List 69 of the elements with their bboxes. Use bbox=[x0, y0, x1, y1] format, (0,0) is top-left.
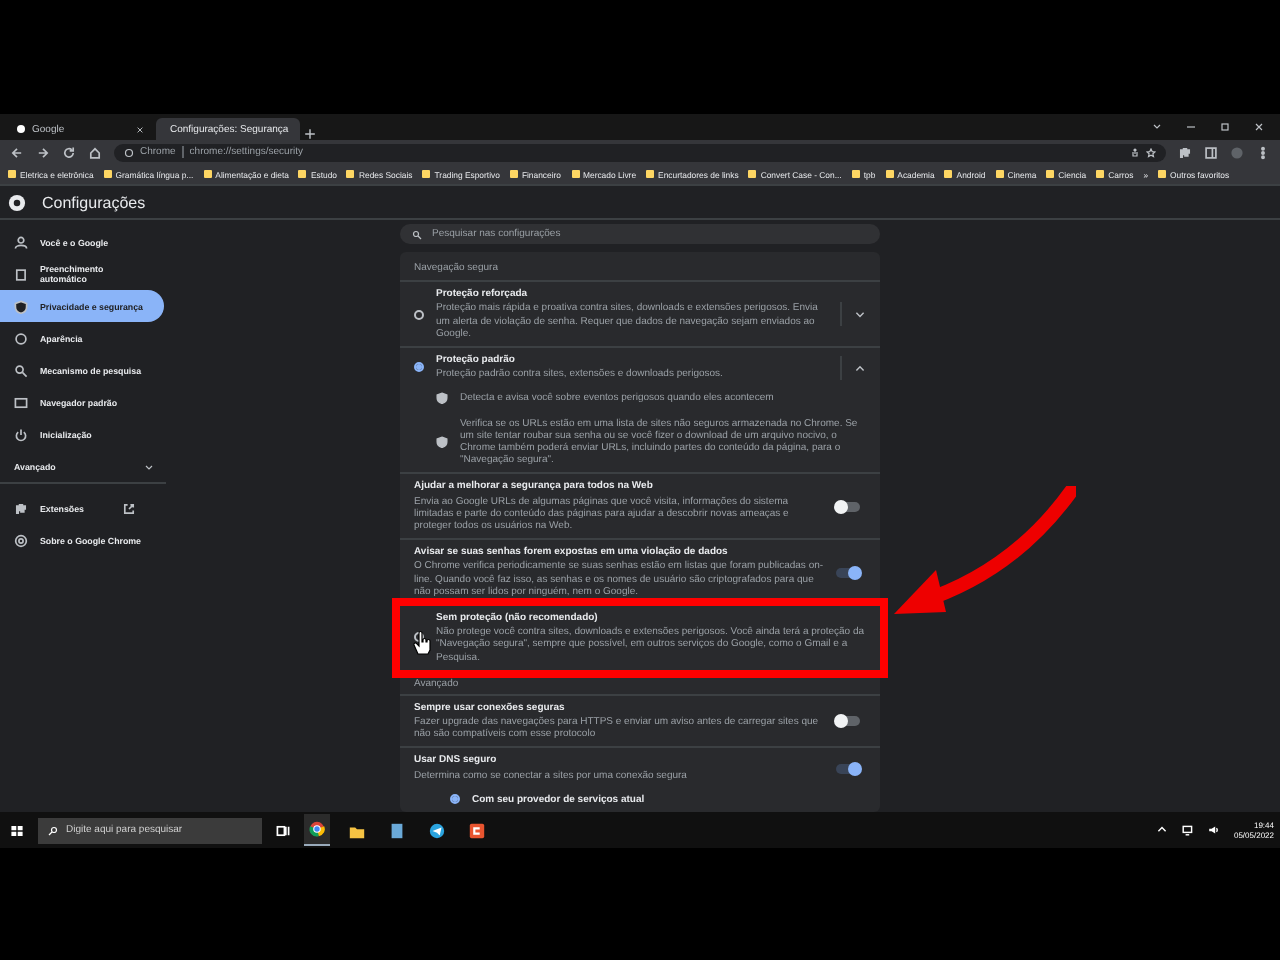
folder-icon bbox=[8, 170, 16, 178]
reload-icon[interactable] bbox=[62, 145, 76, 159]
chevron-down-icon[interactable] bbox=[854, 308, 866, 321]
close-icon[interactable] bbox=[136, 125, 144, 133]
radio-button[interactable] bbox=[414, 362, 424, 373]
app-icon bbox=[468, 821, 486, 839]
folder-icon bbox=[748, 170, 757, 178]
page-title: Configurações bbox=[42, 193, 146, 211]
star-icon[interactable] bbox=[1146, 147, 1156, 157]
toggle-switch[interactable] bbox=[836, 716, 860, 727]
folder-icon bbox=[1158, 170, 1167, 178]
paper-plane-icon bbox=[428, 821, 446, 839]
search-icon bbox=[14, 363, 28, 377]
folder-icon bbox=[885, 170, 894, 178]
power-icon bbox=[14, 427, 28, 441]
folder-icon bbox=[646, 170, 655, 178]
menu-icon[interactable] bbox=[1256, 145, 1270, 159]
back-icon[interactable] bbox=[10, 145, 24, 159]
info-icon[interactable] bbox=[124, 147, 134, 157]
shield-icon bbox=[14, 299, 28, 313]
folder-icon bbox=[203, 170, 212, 178]
restore-icon[interactable] bbox=[1220, 122, 1230, 132]
shield-icon bbox=[436, 435, 448, 448]
chevron-down-icon[interactable] bbox=[1152, 122, 1162, 132]
monitor-icon[interactable] bbox=[1181, 824, 1194, 836]
home-icon[interactable] bbox=[88, 145, 102, 159]
folder-icon bbox=[509, 170, 518, 178]
folder-icon bbox=[422, 170, 431, 178]
toggle-switch[interactable] bbox=[836, 567, 860, 578]
folder-icon bbox=[995, 170, 1004, 178]
folder-icon bbox=[1096, 170, 1105, 178]
task-view-icon[interactable] bbox=[276, 823, 290, 837]
windows-start-icon[interactable] bbox=[10, 823, 24, 837]
chevron-down-icon bbox=[144, 461, 154, 471]
folder-icon bbox=[851, 170, 860, 178]
speaker-icon[interactable] bbox=[1207, 824, 1220, 836]
clipboard-icon bbox=[14, 267, 28, 281]
shield-icon bbox=[436, 392, 448, 405]
hand-cursor-icon bbox=[412, 629, 434, 656]
new-tab-icon[interactable] bbox=[304, 128, 316, 140]
folder-icon bbox=[298, 170, 307, 178]
radio-button[interactable] bbox=[414, 309, 424, 320]
forward-icon[interactable] bbox=[36, 145, 50, 159]
minimize-icon[interactable] bbox=[1186, 122, 1196, 132]
folder-icon bbox=[1046, 170, 1055, 178]
folder-icon bbox=[944, 170, 953, 178]
puzzle-icon[interactable] bbox=[1178, 145, 1192, 159]
browser-window-icon bbox=[14, 395, 28, 409]
search-icon bbox=[412, 229, 422, 240]
person-icon bbox=[14, 235, 28, 249]
google-icon bbox=[16, 124, 26, 134]
share-icon[interactable] bbox=[1130, 147, 1140, 157]
folder-icon bbox=[346, 170, 355, 178]
sidebar-icon[interactable] bbox=[1204, 145, 1218, 159]
radio-button[interactable] bbox=[450, 794, 460, 805]
toggle-switch[interactable] bbox=[836, 501, 860, 512]
document-icon bbox=[388, 821, 406, 839]
chevron-up-icon[interactable] bbox=[1155, 824, 1168, 836]
taskbar-app[interactable] bbox=[304, 814, 330, 846]
close-icon[interactable] bbox=[1254, 122, 1264, 132]
chevron-up-icon[interactable] bbox=[854, 361, 866, 374]
folder-icon bbox=[103, 170, 112, 178]
folder-icon bbox=[348, 821, 366, 839]
puzzle-icon bbox=[14, 501, 28, 515]
folder-icon bbox=[571, 170, 579, 178]
toggle-switch[interactable] bbox=[836, 763, 860, 774]
palette-icon bbox=[14, 331, 28, 345]
external-link-icon bbox=[122, 501, 136, 515]
search-icon bbox=[48, 825, 58, 835]
